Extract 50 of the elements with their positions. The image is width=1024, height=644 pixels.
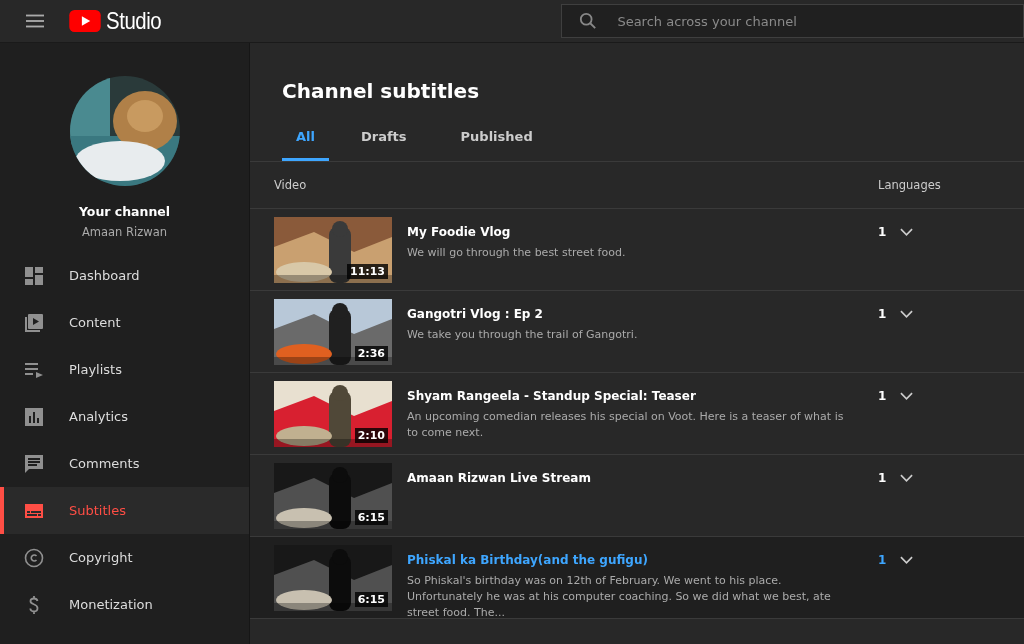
copyright-icon [24,547,44,568]
video-title[interactable]: Gangotri Vlog : Ep 2 [407,307,858,321]
language-count: 1 [878,307,887,321]
page-title: Channel subtitles [282,79,481,103]
play-logo-icon [69,10,102,32]
video-description: We take you through the trail of Gangotri. [407,327,639,343]
chevron-down-icon[interactable] [900,474,914,482]
video-description: An upcoming comedian releases his special on Voot. Here is a teaser of what is to come next. [407,409,845,441]
sidebar-item[interactable]: Playlists [0,346,249,393]
channel-label: Your channel [78,204,171,219]
table-row[interactable]: 2:36 Gangotri Vlog : Ep 2 We take you through the trail of Gangotri. 1 [250,291,1024,373]
channel-name: Amaan Rizwan [81,225,168,239]
sidebar-item[interactable]: Copyright [0,534,249,581]
language-count: 1 [878,389,887,403]
menu-icon[interactable] [26,14,45,28]
video-title[interactable]: Amaan Rizwan Live Stream [407,471,858,485]
analytics-icon [24,406,44,427]
video-description: So Phiskal's birthday was on 12th of February. We went to his place. Unfortunately he was at his computer coaching. So we did what we best, ate street food. The... [407,573,832,621]
chevron-down-icon[interactable] [900,310,914,318]
content-icon [24,312,44,333]
logo-text: Studio [106,7,162,35]
sidebar-item[interactable]: Comments [0,440,249,487]
table-row[interactable]: 11:13 My Foodie Vlog We will go through the best street food. 1 [250,209,1024,291]
tab[interactable]: Published [438,129,555,161]
chevron-down-icon[interactable] [900,556,914,564]
table-row[interactable]: 6:15 Amaan Rizwan Live Stream 1 [250,455,1024,537]
dashboard-icon [24,265,44,286]
chevron-down-icon[interactable] [900,392,914,400]
video-description: We will go through the best street food. [407,245,627,261]
sidebar-item[interactable]: Monetization [0,581,249,628]
table-row[interactable]: 2:10 Shyam Rangeela - Standup Special: Teaser An upcoming comedian releases his special on Voot. Here is a teaser of what is to come next. 1 [250,373,1024,455]
language-count: 1 [878,225,887,239]
tab[interactable]: Drafts [339,129,429,161]
video-title[interactable]: My Foodie Vlog [407,225,858,239]
sidebar-item[interactable]: Analytics [0,393,249,440]
search-field[interactable]: Search across your channel [561,4,1024,38]
language-count: 1 [878,553,887,567]
comments-icon [24,453,44,474]
highlighted-row[interactable] [250,537,1024,619]
video-title[interactable]: Phiskal ka Birthday(and the gufigu) [407,553,858,567]
sidebar-item[interactable]: Content [0,299,249,346]
chevron-down-icon[interactable] [900,228,914,236]
sidebar-item[interactable]: Dashboard [0,252,249,299]
column-header: Video [274,178,308,192]
language-count: 1 [878,471,887,485]
video-title[interactable]: Shyam Rangeela - Standup Special: Teaser [407,389,858,403]
column-header: Languages [878,178,942,192]
tab[interactable]: All [282,129,329,161]
search-icon [579,12,598,30]
sidebar-item[interactable]: Subtitles [0,487,249,534]
